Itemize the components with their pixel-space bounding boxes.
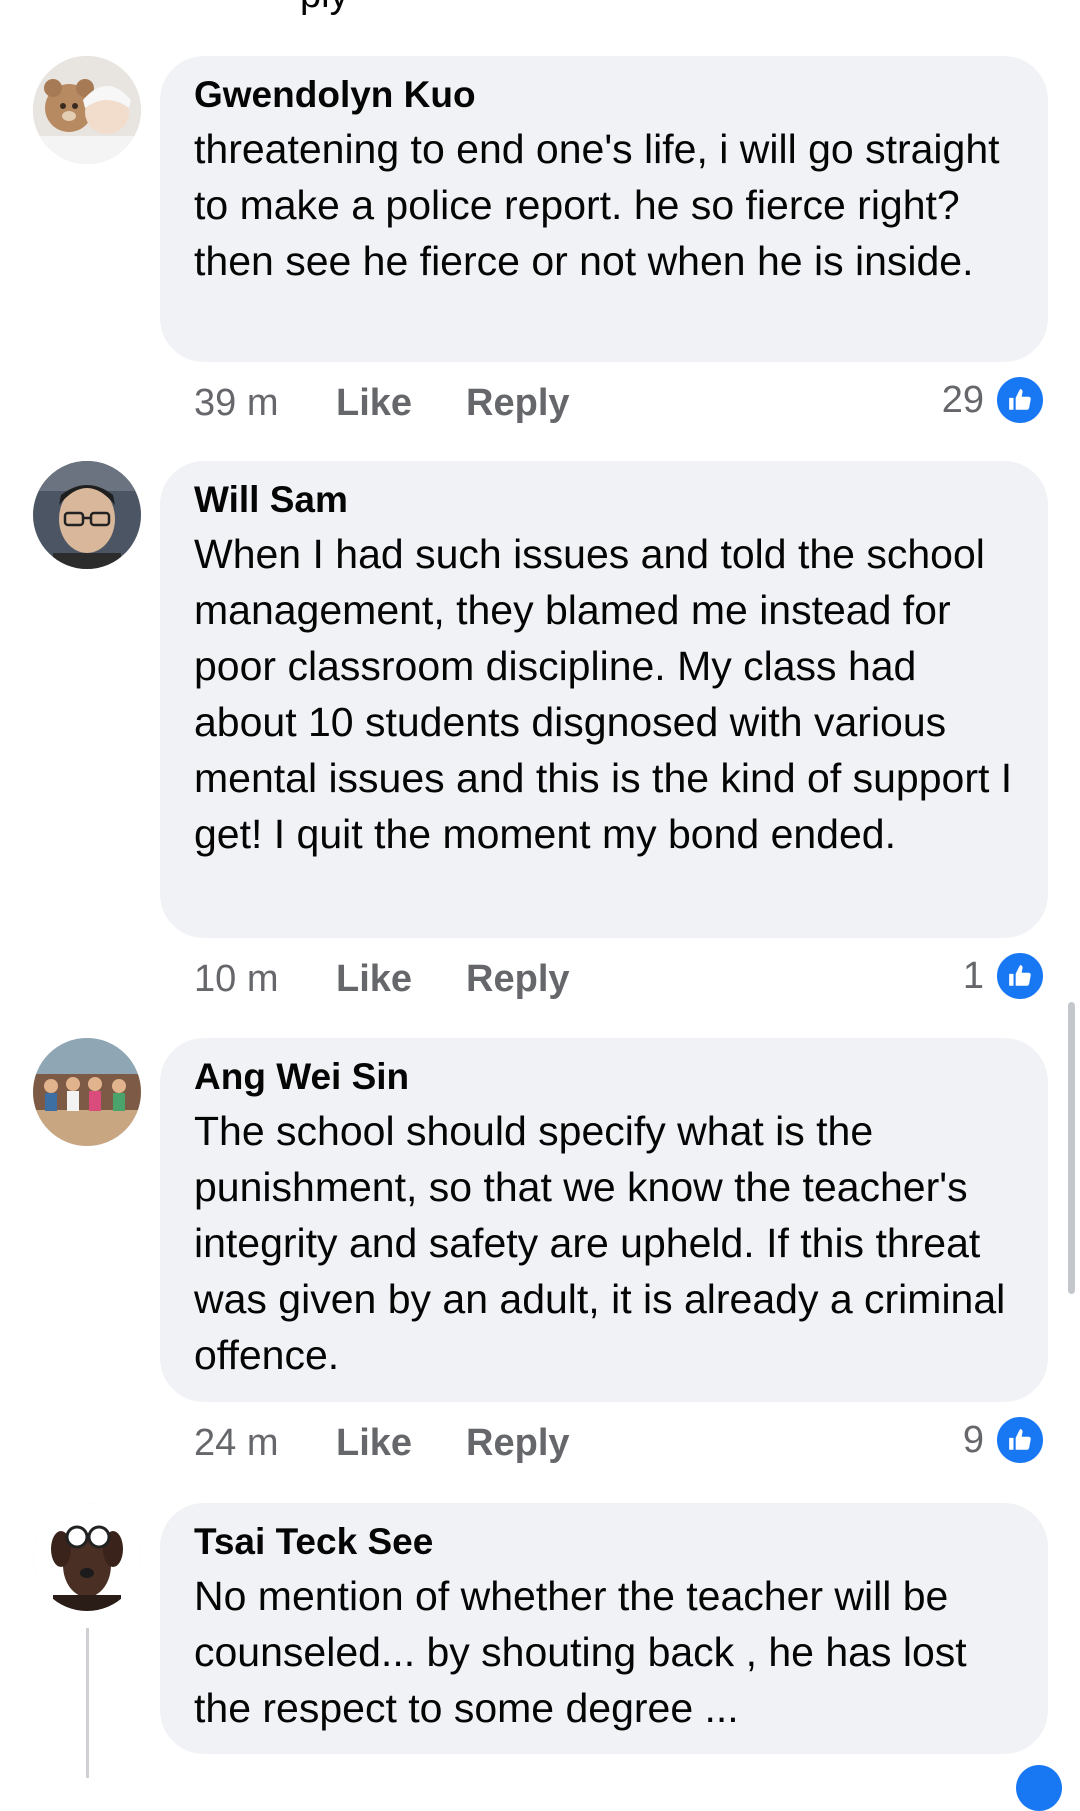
comment-actions: 10 m Like Reply	[194, 951, 624, 1007]
like-button[interactable]: Like	[336, 382, 412, 425]
comment-author[interactable]: Will Sam	[194, 478, 1014, 522]
comment-text: When I had such issues and told the scho…	[194, 531, 1013, 857]
thumbs-up-icon	[994, 374, 1046, 426]
comment-bubble: Tsai Teck See No mention of whether the …	[160, 1503, 1048, 1754]
comment-bubble: Ang Wei Sin The school should specify wh…	[160, 1038, 1048, 1402]
avatar[interactable]	[33, 461, 141, 569]
comment-author[interactable]: Tsai Teck See	[194, 1520, 1014, 1564]
scrollbar[interactable]	[1068, 1002, 1075, 1294]
like-button[interactable]: Like	[336, 958, 412, 1001]
reply-button[interactable]: Reply	[466, 382, 569, 425]
clipped-previous-text: ply	[300, 0, 800, 17]
reply-button[interactable]: Reply	[466, 958, 569, 1001]
thumbs-up-icon	[994, 1414, 1046, 1466]
reaction-count: 29	[941, 378, 984, 421]
comment-text: No mention of whether the teacher will b…	[194, 1573, 967, 1731]
reaction-summary[interactable]: 1	[963, 948, 1046, 1004]
reaction-count: 9	[962, 1418, 984, 1461]
avatar[interactable]	[33, 56, 141, 164]
comment-author[interactable]: Ang Wei Sin	[194, 1055, 1014, 1099]
reaction-summary[interactable]: 29	[942, 372, 1046, 428]
comment-actions: 24 m Like Reply	[194, 1415, 624, 1471]
comment-text: threatening to end one's life, i will go…	[194, 126, 1000, 284]
avatar[interactable]	[33, 1503, 141, 1611]
comment-actions: 39 m Like Reply	[194, 375, 624, 431]
comment-author[interactable]: Gwendolyn Kuo	[194, 73, 1014, 117]
comment-bubble: Will Sam When I had such issues and told…	[160, 461, 1048, 938]
reaction-summary[interactable]: 9	[963, 1412, 1046, 1468]
comment-timestamp[interactable]: 39 m	[194, 382, 336, 425]
avatar[interactable]	[33, 1038, 141, 1146]
reply-thread-line	[86, 1628, 89, 1778]
comment-bubble: Gwendolyn Kuo threatening to end one's l…	[160, 56, 1048, 362]
reaction-count: 1	[962, 954, 984, 997]
comment-text: The school should specify what is the pu…	[194, 1108, 1006, 1378]
comment-timestamp[interactable]: 24 m	[194, 1422, 336, 1465]
reply-button[interactable]: Reply	[466, 1422, 569, 1465]
like-button[interactable]: Like	[336, 1422, 412, 1465]
thumbs-up-icon	[994, 950, 1046, 1002]
comment-timestamp[interactable]: 10 m	[194, 958, 336, 1001]
thumbs-up-icon	[1016, 1765, 1062, 1811]
